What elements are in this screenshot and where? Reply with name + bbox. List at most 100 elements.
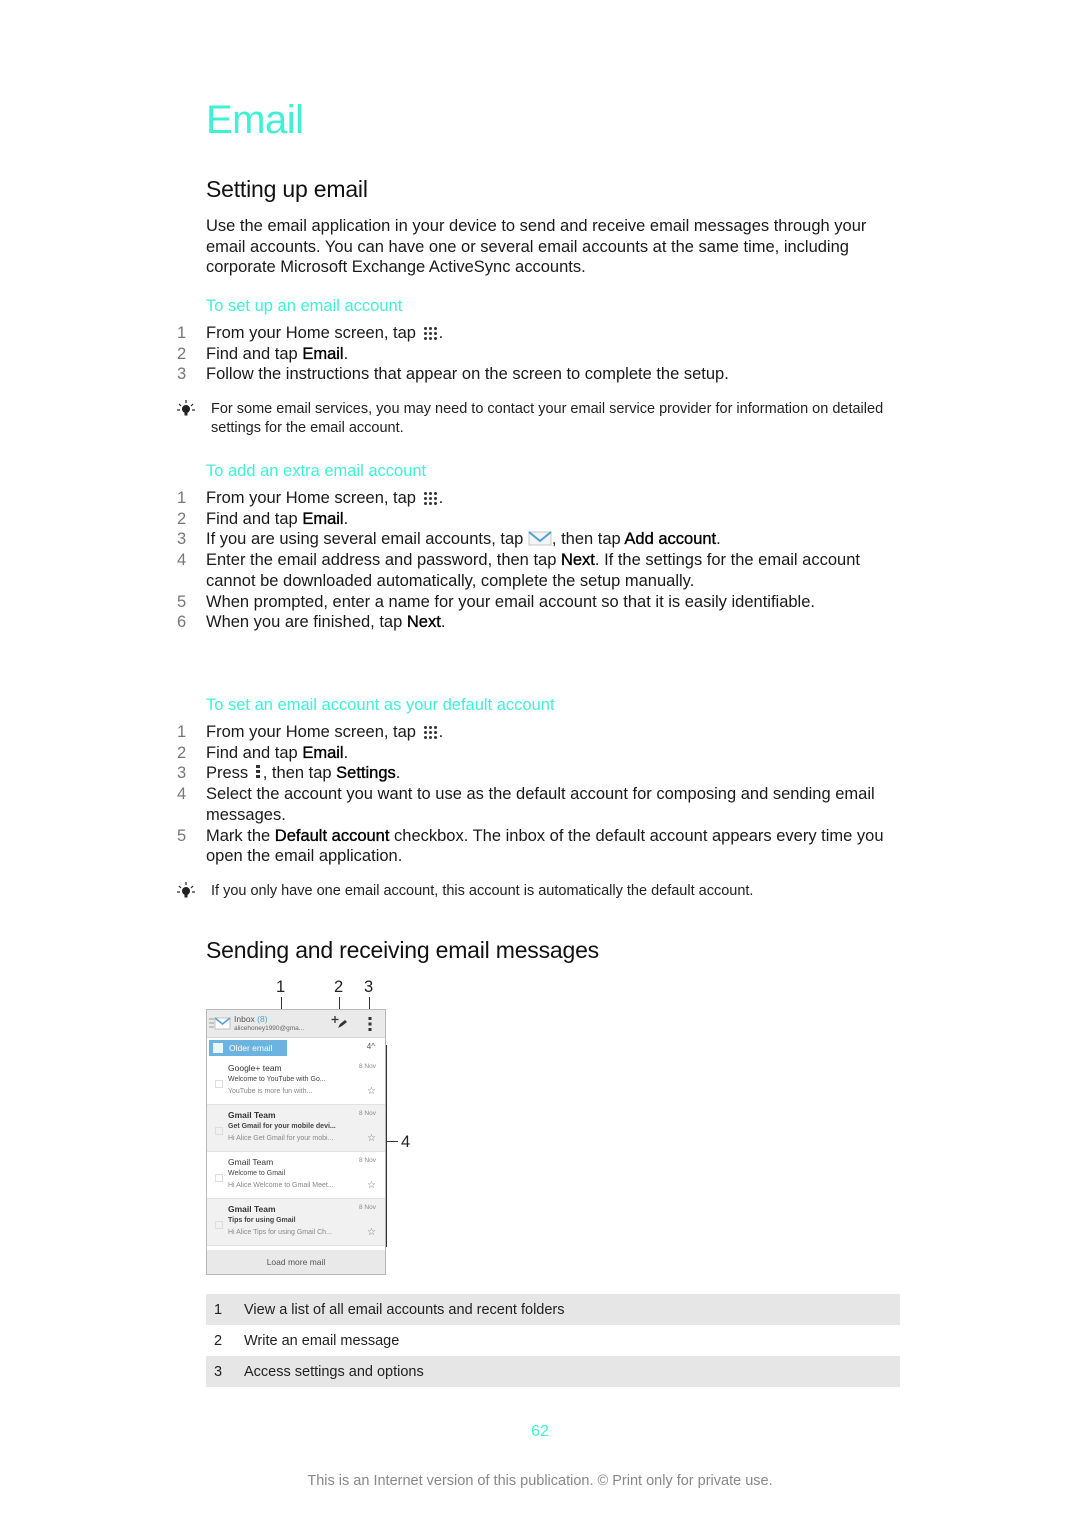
- compose-icon[interactable]: [331, 1016, 347, 1030]
- step-text-part: From your Home screen, tap: [206, 324, 421, 342]
- step-text-part: Select the account you want to use as th…: [206, 785, 875, 824]
- callout-1: 1: [276, 978, 286, 996]
- step-text: Find and tap Email.: [206, 509, 910, 530]
- legend-text: Access settings and options: [244, 1363, 424, 1380]
- inbox-label-text: Inbox: [234, 1014, 255, 1024]
- page-title: Email: [206, 98, 304, 142]
- step-text: When prompted, enter a name for your ema…: [206, 592, 910, 613]
- step-text: Follow the instructions that appear on t…: [206, 364, 910, 385]
- legend-number: 2: [214, 1332, 223, 1349]
- mail-sender: Google+ team: [228, 1063, 282, 1073]
- footer-notice: This is an Internet version of this publ…: [307, 1473, 773, 1489]
- step-text-part: Enter the email address and password, th…: [206, 551, 561, 570]
- mail-icon: [528, 530, 552, 546]
- load-more-button[interactable]: Load more mail: [207, 1250, 385, 1274]
- mail-sender: Gmail Team: [228, 1204, 276, 1214]
- mail-item[interactable]: Gmail Team 8 Nov Get Gmail for your mobile…: [207, 1105, 385, 1152]
- step-text-part: Mark the: [206, 826, 275, 845]
- overflow-menu-icon[interactable]: [368, 1016, 372, 1032]
- step-item: 3 If you are using several email accounts…: [170, 529, 910, 550]
- mail-subject: Get Gmail for your mobile devi...: [228, 1123, 336, 1130]
- callout-legend: 1 View a list of all email accounts and r…: [206, 1294, 900, 1387]
- step-item: 4 Enter the email address and password, t…: [170, 550, 910, 591]
- star-icon[interactable]: ☆: [367, 1086, 376, 1097]
- step-text: Enter the email address and password, th…: [206, 550, 910, 591]
- older-email-row[interactable]: Older email 4^: [207, 1038, 385, 1058]
- star-icon[interactable]: ☆: [367, 1227, 376, 1238]
- mail-preview: Hi Alice Get Gmail for your mobi...: [228, 1135, 334, 1142]
- star-icon[interactable]: ☆: [367, 1180, 376, 1191]
- step-text-part: .: [343, 509, 349, 528]
- step-text-part: .: [395, 764, 401, 783]
- mail-preview: Hi Alice Welcome to Gmail Meet...: [228, 1182, 334, 1189]
- step-number: 3: [177, 365, 187, 384]
- section-heading-sending: Sending and receiving email messages: [206, 937, 599, 963]
- ui-term: Next: [406, 613, 441, 632]
- subheading-set-default-account: To set an email account as your default …: [206, 696, 555, 714]
- step-item: 5 Mark the Default account checkbox. The …: [170, 826, 910, 867]
- mail-item[interactable]: Gmail Team 8 Nov Welcome to Gmail Hi Alice …: [207, 1152, 385, 1199]
- apps-icon: [422, 490, 438, 506]
- mail-item[interactable]: Google+ team 8 Nov Welcome to YouTube with…: [207, 1058, 385, 1105]
- step-text-part: From your Home screen, tap: [206, 489, 421, 507]
- step-item: 6 When you are finished, tap Next.: [170, 612, 910, 633]
- tip-set-up: For some email services, you may need to…: [176, 400, 906, 437]
- menu-mail-icon[interactable]: [209, 1016, 231, 1030]
- legend-number: 3: [214, 1363, 223, 1380]
- page-number: 62: [531, 1423, 549, 1440]
- step-text: Find and tap Email.: [206, 344, 910, 365]
- mail-subject: Welcome to Gmail: [228, 1170, 286, 1177]
- callout-bracket: [386, 1045, 387, 1247]
- older-email-pill[interactable]: Older email: [209, 1040, 287, 1056]
- mail-date: 8 Nov: [359, 1110, 376, 1117]
- mail-checkbox[interactable]: [215, 1221, 223, 1229]
- step-number: 6: [177, 613, 187, 632]
- tip-default: If you only have one email account, this…: [176, 882, 906, 901]
- section-heading-setup: Setting up email: [206, 176, 368, 202]
- app-toolbar: Inbox (8) alicehoney1990@gma...: [207, 1010, 385, 1038]
- step-text-part: Find and tap: [206, 344, 303, 363]
- mail-checkbox[interactable]: [215, 1080, 223, 1088]
- tip-text: If you only have one email account, this…: [211, 883, 754, 899]
- step-item: 3 Press , then tap Settings.: [170, 763, 910, 784]
- ui-term: Email: [302, 509, 344, 528]
- mail-checkbox[interactable]: [215, 1127, 223, 1135]
- step-text: When you are finished, tap Next.: [206, 612, 910, 633]
- callout-4: 4: [401, 1133, 411, 1151]
- ui-term: Email: [302, 743, 344, 762]
- step-item: 1 From your Home screen, tap .: [170, 722, 910, 743]
- step-item: 1 From your Home screen, tap .: [170, 488, 910, 509]
- step-item: 5 When prompted, enter a name for your em…: [170, 592, 910, 613]
- step-text-part: , then tap: [262, 764, 337, 783]
- step-item: 2 Find and tap Email.: [170, 344, 910, 365]
- step-number: 3: [177, 764, 187, 783]
- steps-add-extra-account: 1 From your Home screen, tap . 2 Find and t…: [170, 488, 910, 633]
- account-address: alicehoney1990@gma...: [234, 1025, 305, 1032]
- mail-sender: Gmail Team: [228, 1110, 276, 1120]
- step-text: Press , then tap Settings.: [206, 763, 910, 784]
- older-count: 4^: [366, 1042, 375, 1051]
- callout-3: 3: [364, 978, 374, 996]
- step-number: 2: [177, 743, 187, 762]
- step-text-part: .: [440, 613, 446, 632]
- mail-item[interactable]: Gmail Team 8 Nov Tips for using Gmail Hi Al…: [207, 1199, 385, 1246]
- step-text: From your Home screen, tap .: [206, 722, 910, 743]
- mail-sender: Gmail Team: [228, 1157, 274, 1167]
- step-text-part: From your Home screen, tap: [206, 723, 421, 741]
- email-app-screenshot: Inbox (8) alicehoney1990@gma... Older em…: [206, 1009, 386, 1275]
- mail-checkbox[interactable]: [215, 1174, 223, 1182]
- step-text-part: Find and tap: [206, 509, 303, 528]
- mail-list: Google+ team 8 Nov Welcome to YouTube with…: [207, 1058, 385, 1246]
- mail-date: 8 Nov: [359, 1157, 376, 1164]
- ui-term: Next: [560, 551, 595, 570]
- star-icon[interactable]: ☆: [367, 1133, 376, 1144]
- apps-icon: [422, 325, 438, 341]
- step-text-part: Find and tap: [206, 743, 303, 762]
- step-text: From your Home screen, tap .: [206, 488, 910, 509]
- mail-subject: Welcome to YouTube with Go...: [228, 1076, 326, 1083]
- step-text: From your Home screen, tap .: [206, 323, 910, 344]
- step-item: 4 Select the account you want to use as t…: [170, 784, 910, 825]
- step-text-part: If you are using several email accounts,…: [206, 530, 528, 549]
- step-number: 5: [177, 826, 187, 845]
- step-number: 5: [177, 592, 187, 611]
